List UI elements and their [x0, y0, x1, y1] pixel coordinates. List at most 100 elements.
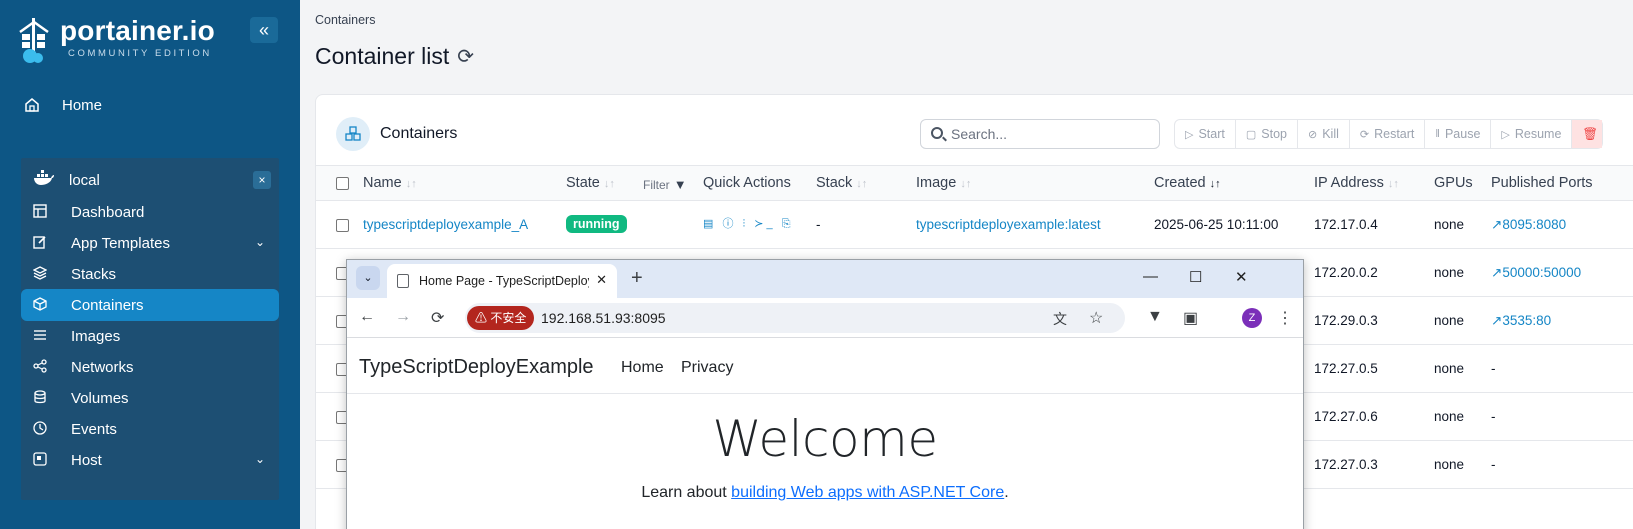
external-link-icon: ↗ [1491, 265, 1503, 280]
home-icon [24, 97, 40, 113]
sidebar-item-dashboard[interactable]: Dashboard [21, 196, 279, 228]
browser-window: ⌄ Home Page - TypeScriptDeployExample ✕ … [346, 259, 1304, 529]
published-port-cell: - [1491, 457, 1496, 472]
gpus-cell: none [1434, 265, 1465, 280]
minimize-icon[interactable]: — [1143, 268, 1158, 285]
published-port-link[interactable]: ↗50000:50000 [1491, 265, 1581, 281]
remove-button[interactable]: 🗑 [1572, 120, 1603, 148]
container-name-link[interactable]: typescriptdeployexample_A [363, 217, 528, 232]
column-ip-address[interactable]: IP Address ↓↑ [1314, 175, 1399, 191]
published-port-link[interactable]: ↗8095:8080 [1491, 217, 1566, 233]
portainer-logo[interactable]: portainer.io COMMUNITY EDITION [18, 16, 215, 64]
trash-icon: 🗑 [1582, 126, 1599, 141]
gpus-cell: none [1434, 361, 1465, 376]
list-icon [33, 328, 49, 344]
url-text[interactable]: 192.168.51.93:8095 [541, 310, 666, 326]
select-all-checkbox[interactable] [336, 177, 349, 190]
logo-title: portainer.io [60, 15, 215, 46]
column-state[interactable]: State ↓↑ [566, 175, 615, 191]
panel-header: Containers [336, 117, 457, 151]
play-icon: ▷ [1185, 128, 1194, 141]
translate-icon[interactable]: 文 [1053, 309, 1067, 329]
close-environment-icon[interactable]: × [253, 171, 271, 189]
column-quick-actions: Quick Actions [703, 175, 791, 191]
portainer-logo-icon [18, 16, 54, 64]
site-brand[interactable]: TypeScriptDeployExample [359, 356, 594, 379]
environment-header: local × [33, 166, 271, 194]
chevron-down-icon[interactable]: ⌄ [255, 452, 265, 466]
database-icon [33, 390, 49, 406]
sidebar-item-home[interactable]: Home [24, 94, 102, 116]
collapse-sidebar-button[interactable]: « [250, 17, 278, 43]
sidebar-item-label: Home [62, 96, 103, 114]
resume-button[interactable]: ▷ Resume [1491, 120, 1573, 148]
host-icon [33, 452, 49, 468]
docker-icon [33, 170, 55, 190]
status-badge: running [566, 215, 627, 233]
container-actions: ▷ Start ▢ Stop ⊘ Kill ⟳ Restart ‖ Pause ▷ Resu… [1174, 119, 1604, 149]
nav-link-privacy[interactable]: Privacy [681, 359, 733, 377]
welcome-heading: Welcome [712, 410, 938, 468]
sidebar-item-app-templates[interactable]: App Templates ⌄ [21, 227, 279, 259]
state-filter-button[interactable]: Filter ▼ [643, 177, 687, 193]
column-created[interactable]: Created ↓↑ [1154, 175, 1221, 191]
sidebar-item-label: Host [71, 451, 102, 469]
refresh-icon[interactable]: ⟳ [457, 44, 474, 69]
warning-icon: ⚠ [475, 311, 491, 325]
nav-link-home[interactable]: Home [621, 359, 664, 377]
close-window-icon[interactable]: ✕ [1235, 268, 1248, 286]
not-secure-badge[interactable]: ⚠ 不安全 [467, 306, 535, 330]
column-published-ports: Published Ports [1491, 175, 1593, 191]
column-stack[interactable]: Stack ↓↑ [816, 175, 867, 191]
bookmark-star-icon[interactable]: ☆ [1089, 308, 1103, 328]
image-link[interactable]: typescriptdeployexample:latest [916, 217, 1101, 232]
pause-button[interactable]: ‖ Pause [1425, 120, 1492, 148]
sidebar-item-label: App Templates [71, 234, 170, 252]
column-name[interactable]: Name ↓↑ [363, 175, 417, 191]
sidebar-item-label: Images [71, 327, 121, 345]
sidebar-item-label: Networks [71, 358, 134, 376]
sidebar-item-containers[interactable]: Containers [21, 289, 279, 321]
chevron-down-icon: ⌄ [363, 272, 373, 284]
stop-button[interactable]: ▢ Stop [1236, 120, 1298, 148]
chevron-down-icon[interactable]: ⌄ [255, 235, 265, 249]
extension-filter-icon[interactable]: ▼ [1147, 308, 1163, 326]
new-tab-icon[interactable]: + [631, 267, 643, 290]
extensions-puzzle-icon[interactable]: ▣ [1183, 308, 1198, 328]
search-input[interactable]: Search... [920, 119, 1160, 149]
published-port-link[interactable]: ↗3535:80 [1491, 313, 1551, 329]
ip-cell: 172.17.0.4 [1314, 217, 1378, 232]
maximize-icon[interactable]: ☐ [1189, 268, 1202, 286]
sidebar-item-host[interactable]: Host ⌄ [21, 444, 279, 476]
sidebar-item-label: Dashboard [71, 203, 145, 221]
start-button[interactable]: ▷ Start [1175, 120, 1236, 148]
row-checkbox[interactable] [336, 219, 349, 232]
column-image[interactable]: Image ↓↑ [916, 175, 971, 191]
ip-cell: 172.27.0.5 [1314, 361, 1378, 376]
sort-icon: ↓↑ [960, 178, 972, 190]
table-row[interactable]: typescriptdeployexample_A running ▤ ⓘ ⫶ … [316, 201, 1633, 249]
back-icon[interactable]: ← [359, 308, 375, 326]
restart-button[interactable]: ⟳ Restart [1350, 120, 1426, 148]
sidebar-item-events[interactable]: Events [21, 413, 279, 445]
reload-icon[interactable]: ⟳ [431, 308, 444, 328]
browser-tab[interactable]: Home Page - TypeScriptDeployExample ✕ [387, 264, 617, 298]
gpus-cell: none [1434, 313, 1465, 328]
sidebar-item-networks[interactable]: Networks [21, 351, 279, 383]
aspnet-docs-link[interactable]: building Web apps with ASP.NET Core [731, 484, 1004, 501]
sidebar-item-images[interactable]: Images [21, 320, 279, 352]
quick-actions-icons[interactable]: ▤ ⓘ ⫶ ≻_ ⎘ [703, 215, 794, 231]
close-tab-icon[interactable]: ✕ [596, 272, 607, 288]
address-bar[interactable]: ⚠ 不安全 192.168.51.93:8095 文 ☆ [465, 303, 1125, 333]
sort-icon: ↓↑ [1387, 178, 1399, 190]
profile-avatar[interactable]: Z [1242, 308, 1262, 328]
sidebar-item-volumes[interactable]: Volumes [21, 382, 279, 414]
kill-button[interactable]: ⊘ Kill [1298, 120, 1350, 148]
forward-icon[interactable]: → [395, 308, 411, 326]
tab-search-button[interactable]: ⌄ [356, 266, 380, 290]
more-menu-icon[interactable]: ⋮ [1277, 308, 1293, 328]
double-chevron-left-icon: « [258, 19, 269, 40]
breadcrumb[interactable]: Containers [315, 13, 375, 27]
sidebar-item-stacks[interactable]: Stacks [21, 258, 279, 290]
page-title: Container list ⟳ [315, 43, 474, 70]
